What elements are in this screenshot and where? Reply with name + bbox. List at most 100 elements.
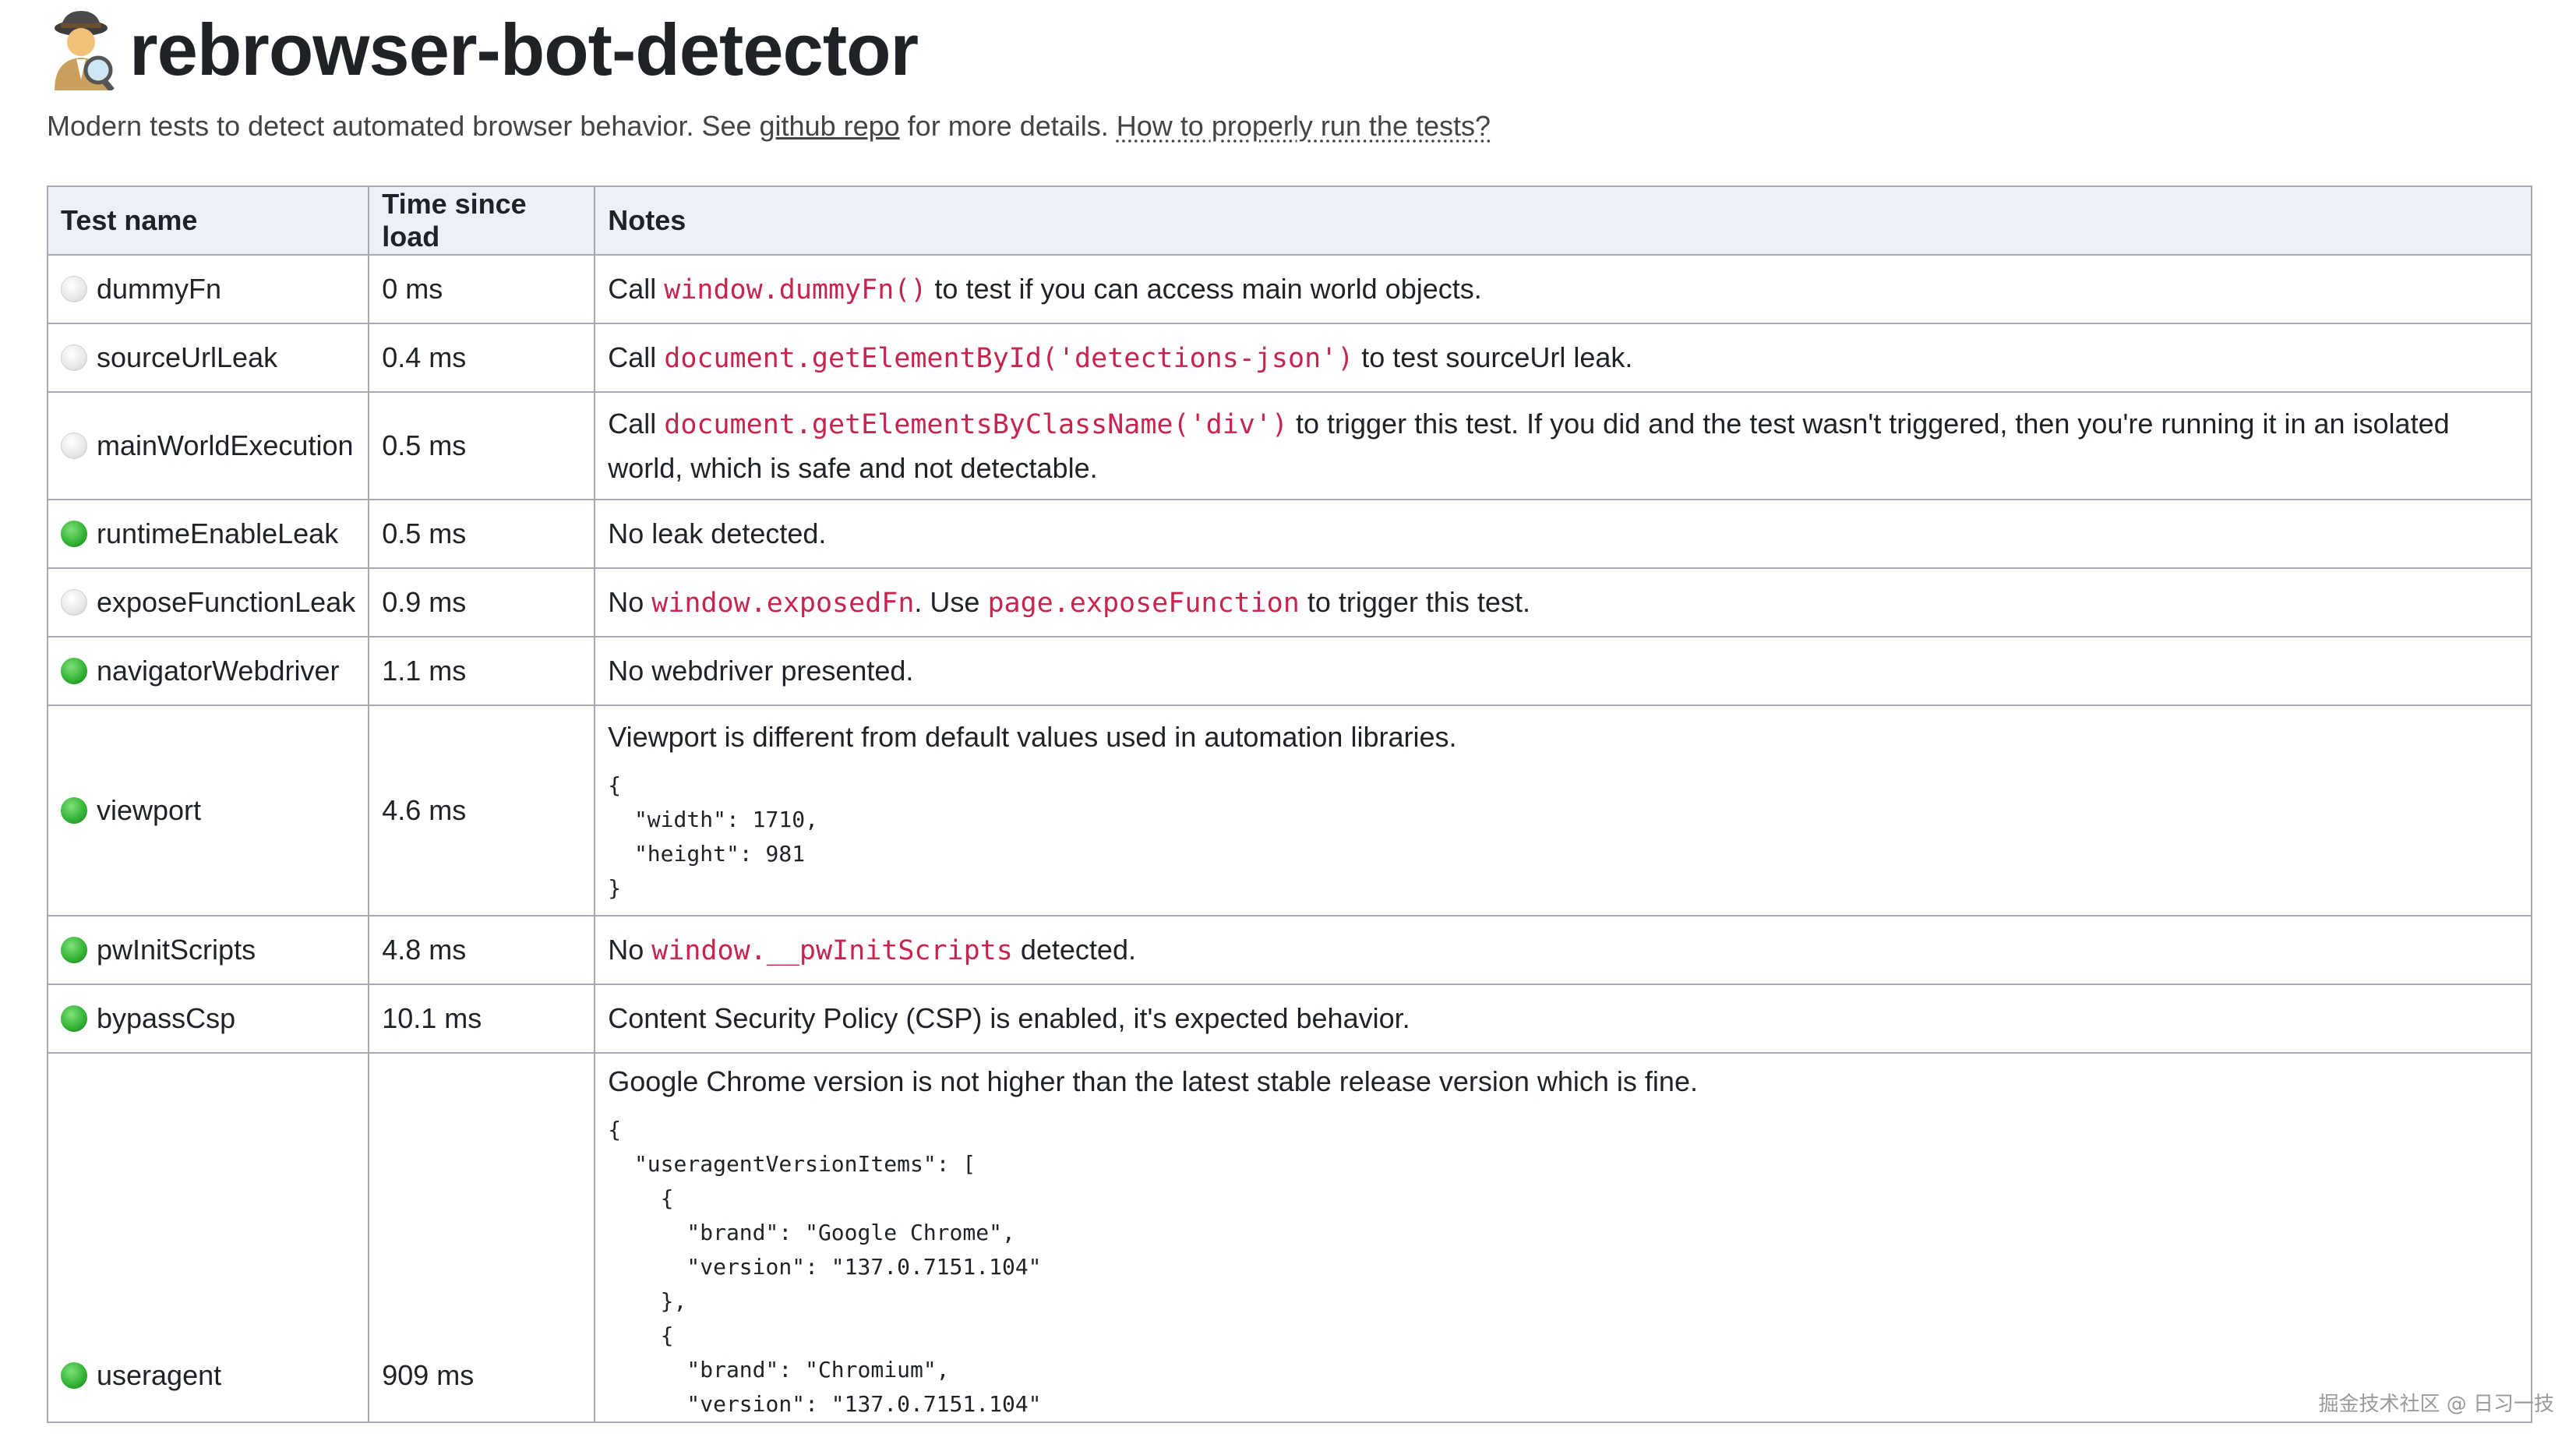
- test-name-cell: pwInitScripts: [46, 915, 370, 985]
- time-since-load-cell: 0.5 ms: [368, 499, 596, 569]
- note-message: Content Security Policy (CSP) is enabled…: [608, 1002, 1410, 1034]
- status-passed-icon: [61, 1362, 87, 1389]
- note-text: Call window.dummyFn() to test if you can…: [608, 267, 2518, 312]
- test-name: viewport: [97, 794, 202, 826]
- note-message: Google Chrome version is not higher than…: [608, 1065, 1698, 1097]
- time-since-load-cell: 909 ms: [368, 1052, 596, 1423]
- table-row: mainWorldExecution 0.5 ms Call document.ge…: [46, 391, 2532, 500]
- note-text: No webdriver presented.: [608, 649, 2518, 693]
- test-name-cell: exposeFunctionLeak: [46, 567, 370, 637]
- test-name: useragent: [97, 1359, 222, 1391]
- table-row: viewport 4.6 ms Viewport is different from…: [46, 705, 2532, 916]
- subtitle-middle: for more details.: [899, 110, 1117, 142]
- column-header-test-name: Test name: [46, 185, 370, 256]
- test-name: exposeFunctionLeak: [97, 586, 356, 618]
- inline-code: window.exposedFn: [651, 587, 915, 619]
- note-message: Viewport is different from default value…: [608, 721, 1457, 753]
- note-suffix: to trigger this test.: [1299, 585, 1530, 618]
- test-name: bypassCsp: [97, 1002, 236, 1034]
- time-since-load-cell: 1.1 ms: [368, 636, 596, 706]
- test-name: dummyFn: [97, 273, 222, 305]
- column-header-time-since-load: Time since load: [368, 185, 596, 256]
- subtitle-prefix: Modern tests to detect automated browser…: [47, 110, 760, 142]
- status-passed-icon: [61, 521, 87, 547]
- status-neutral-icon: [61, 433, 87, 459]
- note-prefix: Call: [608, 341, 665, 373]
- note-text: Content Security Policy (CSP) is enabled…: [608, 997, 2518, 1040]
- test-name-cell: sourceUrlLeak: [46, 323, 370, 393]
- table-row: pwInitScripts 4.8 ms No window.__pwInitScr…: [46, 915, 2532, 985]
- test-name-cell: mainWorldExecution: [46, 391, 370, 500]
- test-name: runtimeEnableLeak: [97, 517, 339, 549]
- note-text: No window.exposedFn. Use page.exposeFunc…: [608, 581, 2518, 625]
- notes-cell: Viewport is different from default value…: [594, 705, 2532, 916]
- status-passed-icon: [61, 937, 87, 963]
- inline-code: document.getElementsByClassName('div'): [664, 408, 1288, 440]
- json-details-block: { "width": 1710, "height": 981 }: [608, 772, 818, 901]
- page-subtitle: Modern tests to detect automated browser…: [47, 98, 2532, 154]
- github-repo-link[interactable]: github repo: [760, 110, 900, 142]
- page-content: rebrowser-bot-detector Modern tests to d…: [46, 0, 2532, 1423]
- table-row: navigatorWebdriver 1.1 ms No webdriver pre…: [46, 636, 2532, 706]
- notes-cell: No leak detected.: [594, 499, 2532, 569]
- page-title: rebrowser-bot-detector: [129, 9, 919, 90]
- table-row: sourceUrlLeak 0.4 ms Call document.getElem…: [46, 323, 2532, 393]
- note-suffix: to test sourceUrl leak.: [1353, 341, 1633, 373]
- time-since-load-cell: 0.4 ms: [368, 323, 596, 393]
- inline-code: window.__pwInitScripts: [651, 934, 1013, 966]
- notes-cell: Content Security Policy (CSP) is enabled…: [594, 984, 2532, 1054]
- note-prefix: No: [608, 933, 652, 966]
- note-prefix: Call: [608, 407, 665, 440]
- time-since-load-cell: 0 ms: [368, 254, 596, 324]
- note-text: No window.__pwInitScripts detected.: [608, 928, 2518, 973]
- table-row: exposeFunctionLeak 0.9 ms No window.expose…: [46, 567, 2532, 637]
- note-text: Google Chrome version is not higher than…: [608, 1060, 2518, 1104]
- table-header-row: Test name Time since load Notes: [46, 185, 2532, 256]
- notes-cell: Call window.dummyFn() to test if you can…: [594, 254, 2532, 324]
- notes-cell: No window.exposedFn. Use page.exposeFunc…: [594, 567, 2532, 637]
- test-name-cell: dummyFn: [46, 254, 370, 324]
- note-text: Call document.getElementById('detections…: [608, 336, 2518, 380]
- test-name-cell: bypassCsp: [46, 984, 370, 1054]
- json-details-block: { "useragentVersionItems": [ { "brand": …: [608, 1117, 1042, 1417]
- note-message: No webdriver presented.: [608, 655, 914, 687]
- inline-code: page.exposeFunction: [987, 587, 1300, 619]
- note-suffix: to test if you can access main world obj…: [926, 272, 1482, 305]
- note-prefix: No: [608, 585, 652, 618]
- inline-code: document.getElementById('detections-json…: [664, 342, 1354, 374]
- notes-cell: Google Chrome version is not higher than…: [594, 1052, 2532, 1423]
- detective-icon: [55, 11, 115, 90]
- note-text: Viewport is different from default value…: [608, 715, 2518, 759]
- status-neutral-icon: [61, 589, 87, 616]
- time-since-load-cell: 0.9 ms: [368, 567, 596, 637]
- test-name: sourceUrlLeak: [97, 341, 278, 373]
- column-header-notes: Notes: [594, 185, 2532, 256]
- notes-cell: No window.__pwInitScripts detected.: [594, 915, 2532, 985]
- notes-cell: Call document.getElementById('detections…: [594, 323, 2532, 393]
- notes-cell: No webdriver presented.: [594, 636, 2532, 706]
- notes-cell: Call document.getElementsByClassName('di…: [594, 391, 2532, 500]
- test-name: mainWorldExecution: [97, 429, 354, 461]
- note-text: Call document.getElementsByClassName('di…: [608, 402, 2518, 490]
- status-passed-icon: [61, 797, 87, 824]
- table-row: bypassCsp 10.1 ms Content Security Policy …: [46, 984, 2532, 1054]
- table-row: dummyFn 0 ms Call window.dummyFn() to test…: [46, 254, 2532, 324]
- note-middle: . Use: [914, 585, 988, 618]
- test-name-cell: useragent: [46, 1052, 370, 1423]
- note-text: No leak detected.: [608, 512, 2518, 556]
- watermark: 掘金技术社区 @ 日习一技: [2318, 1393, 2554, 1416]
- time-since-load-cell: 10.1 ms: [368, 984, 596, 1054]
- inline-code: window.dummyFn(): [664, 274, 927, 305]
- time-since-load-cell: 4.8 ms: [368, 915, 596, 985]
- time-since-load-cell: 0.5 ms: [368, 391, 596, 500]
- test-name-cell: viewport: [46, 705, 370, 916]
- note-message: No leak detected.: [608, 517, 827, 549]
- title-row: rebrowser-bot-detector: [47, 0, 2532, 100]
- status-passed-icon: [61, 658, 87, 684]
- test-name: pwInitScripts: [97, 934, 256, 966]
- test-name-cell: navigatorWebdriver: [46, 636, 370, 706]
- status-neutral-icon: [61, 276, 87, 302]
- how-to-run-tests-link[interactable]: How to properly run the tests?: [1117, 110, 1491, 142]
- status-neutral-icon: [61, 344, 87, 371]
- table-row: useragent 909 ms Google Chrome version is …: [46, 1052, 2532, 1423]
